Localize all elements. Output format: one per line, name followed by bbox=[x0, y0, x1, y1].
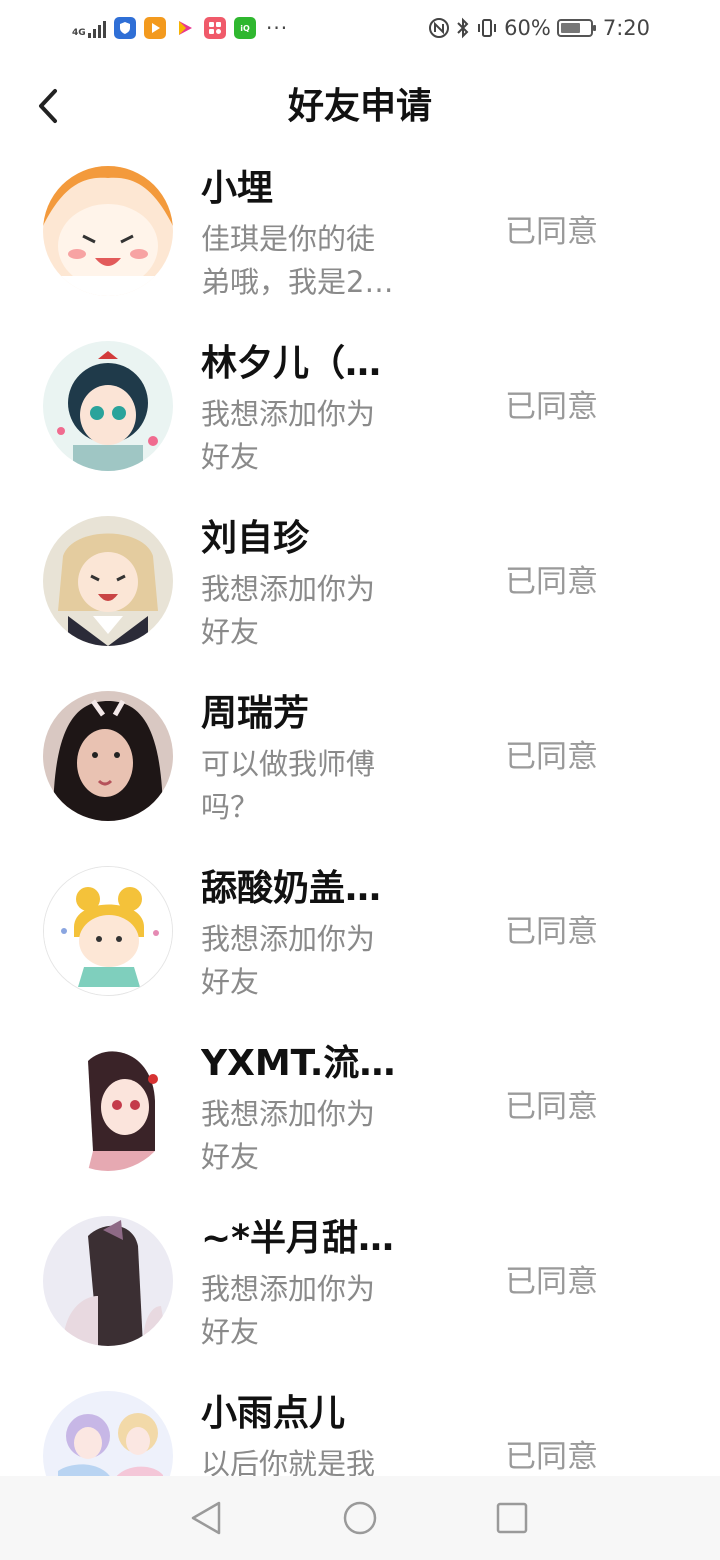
circle-home-icon bbox=[343, 1501, 377, 1535]
request-message: 我想添加你为好友 bbox=[201, 572, 376, 649]
nav-home-button[interactable] bbox=[340, 1498, 380, 1538]
bluetooth-icon bbox=[457, 17, 469, 39]
friend-request-item[interactable]: ~*半月甜… 我想添加你为好友 已同意 bbox=[0, 1200, 720, 1375]
requester-name: 小埋 bbox=[201, 168, 274, 209]
request-status: 已同意 bbox=[505, 1089, 598, 1125]
request-message: 我想添加你为好友 bbox=[201, 397, 376, 474]
nav-recents-button[interactable] bbox=[492, 1498, 532, 1538]
status-bar: 4G iQ ··· 60% 7:20 bbox=[0, 0, 720, 56]
system-navigation-bar bbox=[0, 1476, 720, 1560]
requester-name: ~*半月甜… bbox=[201, 1218, 394, 1259]
nfc-icon bbox=[429, 18, 450, 38]
grid-app-icon bbox=[204, 17, 226, 39]
iqiyi-app-icon: iQ bbox=[234, 17, 256, 39]
video-app-icon bbox=[174, 17, 196, 39]
battery-percent: 60% bbox=[504, 16, 551, 40]
requester-name: 小雨点儿 bbox=[201, 1393, 346, 1434]
requester-name: YXMT.流… bbox=[201, 1043, 396, 1084]
friend-request-item[interactable]: 刘自珍 我想添加你为好友 已同意 bbox=[0, 500, 720, 675]
avatar[interactable] bbox=[43, 691, 173, 821]
avatar[interactable] bbox=[43, 166, 173, 296]
requester-name: 周瑞芳 bbox=[201, 693, 310, 734]
vibrate-icon bbox=[478, 19, 497, 37]
request-status: 已同意 bbox=[505, 914, 598, 950]
request-message: 佳琪是你的徒弟哦，我是2… bbox=[201, 222, 394, 299]
nav-back-button[interactable] bbox=[186, 1498, 226, 1538]
page-title: 好友申请 bbox=[287, 86, 432, 127]
request-message: 我想添加你为好友 bbox=[201, 1272, 376, 1349]
request-message: 可以做我师傅吗？ bbox=[201, 747, 376, 824]
request-status: 已同意 bbox=[505, 1439, 598, 1475]
request-status: 已同意 bbox=[505, 1264, 598, 1300]
friend-request-item[interactable]: 林夕儿（… 我想添加你为好友 已同意 bbox=[0, 325, 720, 500]
friend-requests-screen: 4G iQ ··· 60% 7:20 好友申请 小埋 佳琪是你的徒弟哦，我是2…… bbox=[0, 0, 720, 1560]
status-bar-right: 60% 7:20 bbox=[428, 14, 650, 42]
request-message: 我想添加你为好友 bbox=[201, 1097, 376, 1174]
request-status: 已同意 bbox=[505, 389, 598, 425]
request-status: 已同意 bbox=[505, 214, 598, 250]
avatar[interactable] bbox=[43, 1216, 173, 1346]
request-status: 已同意 bbox=[505, 739, 598, 775]
play-app-icon bbox=[144, 17, 166, 39]
friend-request-item[interactable]: 舔酸奶盖… 我想添加你为好友 已同意 bbox=[0, 850, 720, 1025]
avatar[interactable] bbox=[43, 1041, 173, 1171]
avatar[interactable] bbox=[43, 866, 173, 996]
requester-name: 刘自珍 bbox=[201, 518, 310, 559]
friend-request-item[interactable]: 周瑞芳 可以做我师傅吗？ 已同意 bbox=[0, 675, 720, 850]
square-recents-icon bbox=[496, 1502, 528, 1534]
request-status: 已同意 bbox=[505, 564, 598, 600]
avatar[interactable] bbox=[43, 341, 173, 471]
friend-request-item[interactable]: YXMT.流… 我想添加你为好友 已同意 bbox=[0, 1025, 720, 1200]
header: 好友申请 bbox=[0, 70, 720, 146]
avatar[interactable] bbox=[43, 516, 173, 646]
friend-request-item[interactable]: 小埋 佳琪是你的徒弟哦，我是2… 已同意 bbox=[0, 150, 720, 325]
triangle-back-icon bbox=[191, 1501, 221, 1535]
shield-app-icon bbox=[114, 17, 136, 39]
battery-icon bbox=[556, 19, 596, 37]
signal-icon: 4G bbox=[72, 18, 106, 38]
requester-name: 林夕儿（… bbox=[201, 343, 382, 384]
request-message: 我想添加你为好友 bbox=[201, 922, 376, 999]
clock: 7:20 bbox=[602, 16, 650, 40]
requester-name: 舔酸奶盖… bbox=[201, 868, 382, 909]
status-bar-left: 4G iQ ··· bbox=[72, 14, 288, 42]
more-notifications-icon: ··· bbox=[266, 16, 289, 40]
friend-request-list[interactable]: 小埋 佳琪是你的徒弟哦，我是2… 已同意 林夕儿（… 我想添加你为好友 已同意 … bbox=[0, 150, 720, 1550]
